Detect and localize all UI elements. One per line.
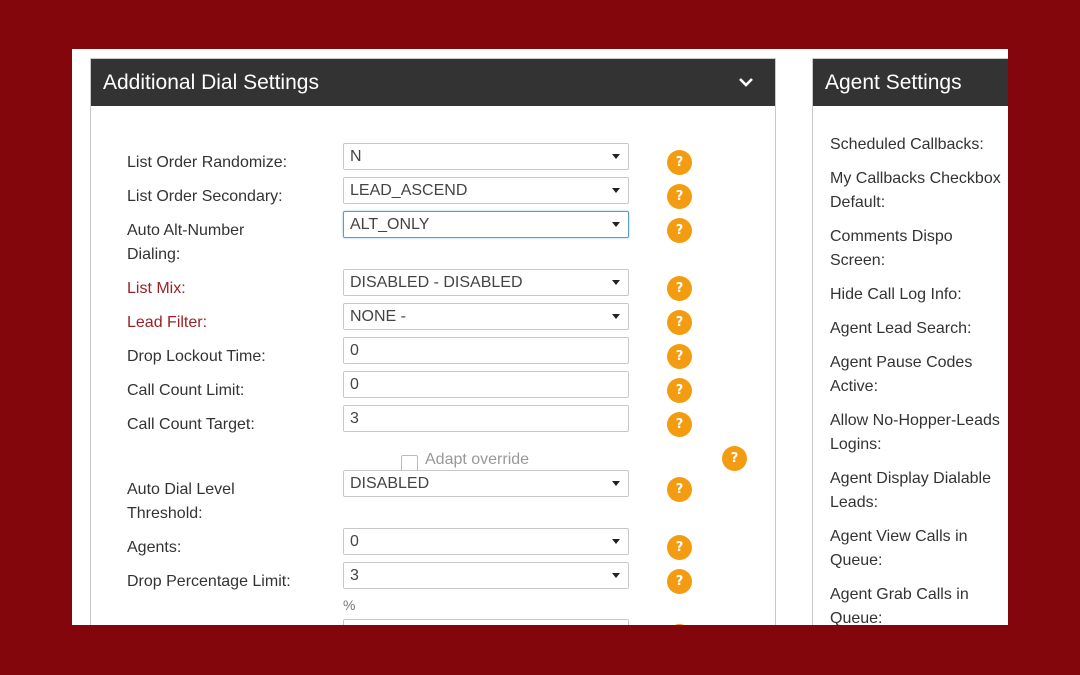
next-field-select[interactable] [343, 619, 629, 625]
panel-header[interactable]: Agent Settings [813, 59, 1008, 106]
label-line: Agent Display Dialable [830, 470, 991, 487]
list-order-randomize-select[interactable]: N [343, 143, 629, 170]
panel-title: Agent Settings [825, 71, 962, 94]
help-icon[interactable]: ? [667, 344, 692, 369]
selected-value: ALT_ONLY [350, 216, 430, 233]
label-line: Active: [830, 378, 879, 395]
caret-down-icon [612, 481, 620, 486]
page-frame: Additional Dial Settings List Order Rand… [72, 49, 1008, 625]
call-count-limit-label: Call Count Limit: [127, 382, 245, 399]
help-icon[interactable]: ? [722, 446, 747, 471]
agent-pause-codes-active-label: Agent Pause Codes Active: [830, 351, 1008, 399]
caret-down-icon [612, 539, 620, 544]
panel-header[interactable]: Additional Dial Settings [91, 59, 775, 106]
help-icon[interactable]: ? [667, 184, 692, 209]
label-line: Auto Alt-Number [127, 222, 245, 239]
label-line: Threshold: [127, 505, 203, 522]
selected-value: DISABLED [350, 475, 430, 492]
caret-down-icon [612, 222, 620, 227]
agent-settings-panel: Agent Settings Scheduled Callbacks: My C… [812, 58, 1008, 625]
label-line: Auto Dial Level [127, 481, 235, 498]
agent-display-dialable-leads-label: Agent Display Dialable Leads: [830, 467, 1008, 515]
my-callbacks-checkbox-default-label: My Callbacks Checkbox Default: [830, 167, 1008, 215]
call-count-target-input[interactable]: 3 [343, 405, 629, 432]
help-icon[interactable]: ? [667, 150, 692, 175]
additional-dial-settings-panel: Additional Dial Settings List Order Rand… [90, 58, 776, 625]
selected-value: N [350, 148, 362, 165]
hide-call-log-info-label: Hide Call Log Info: [830, 283, 1008, 307]
auto-alt-number-dialing-label: Auto Alt-Number Dialing: [127, 219, 327, 267]
call-count-target-label: Call Count Target: [127, 416, 255, 433]
list-order-secondary-label: List Order Secondary: [127, 188, 283, 205]
selected-value: DISABLED - DISABLED [350, 274, 523, 291]
label-line: Hide Call Log Info: [830, 286, 962, 303]
agent-grab-calls-in-queue-label: Agent Grab Calls in Queue: [830, 583, 1008, 625]
label-line: Logins: [830, 436, 882, 453]
help-icon[interactable]: ? [667, 378, 692, 403]
label-line: Queue: [830, 552, 883, 569]
help-icon[interactable]: ? [667, 218, 692, 243]
label-line: Agent Lead Search: [830, 320, 972, 337]
list-order-randomize-label: List Order Randomize: [127, 154, 288, 171]
selected-value: NONE - [350, 308, 406, 325]
help-icon[interactable]: ? [667, 535, 692, 560]
caret-down-icon [612, 314, 620, 319]
lead-filter-link[interactable]: Lead Filter: [127, 311, 327, 335]
label-line: My Callbacks Checkbox [830, 170, 1001, 187]
chevron-down-icon[interactable] [739, 77, 753, 87]
call-count-limit-input[interactable]: 0 [343, 371, 629, 398]
help-icon[interactable] [667, 624, 692, 625]
label-line: Agent Pause Codes [830, 354, 973, 371]
list-mix-select[interactable]: DISABLED - DISABLED [343, 269, 629, 296]
drop-lockout-time-input[interactable]: 0 [343, 337, 629, 364]
agent-lead-search-label: Agent Lead Search: [830, 317, 1008, 341]
caret-down-icon [612, 280, 620, 285]
label-line: Queue: [830, 610, 883, 625]
help-icon[interactable]: ? [667, 310, 692, 335]
selected-value: 0 [350, 533, 359, 550]
drop-lockout-time-label: Drop Lockout Time: [127, 348, 266, 365]
label-line: Leads: [830, 494, 879, 511]
help-icon[interactable]: ? [667, 412, 692, 437]
auto-alt-number-dialing-select[interactable]: ALT_ONLY [343, 211, 629, 238]
selected-value: 3 [350, 567, 359, 584]
lead-filter-select[interactable]: NONE - [343, 303, 629, 330]
label-line: Default: [830, 194, 886, 211]
caret-down-icon [612, 154, 620, 159]
agents-select[interactable]: 0 [343, 528, 629, 555]
agents-label: Agents: [127, 539, 182, 556]
panel-title: Additional Dial Settings [103, 71, 319, 94]
list-mix-link[interactable]: List Mix: [127, 277, 327, 301]
label-line: Screen: [830, 252, 886, 269]
percent-unit: % [343, 597, 356, 613]
drop-percentage-limit-label: Drop Percentage Limit: [127, 573, 291, 590]
caret-down-icon [612, 573, 620, 578]
comments-dispo-screen-label: Comments Dispo Screen: [830, 225, 1008, 273]
auto-dial-level-threshold-label: Auto Dial Level Threshold: [127, 478, 327, 526]
help-icon[interactable]: ? [667, 276, 692, 301]
drop-percentage-limit-select[interactable]: 3 [343, 562, 629, 589]
label-line: Scheduled Callbacks: [830, 136, 984, 153]
label-line: Dialing: [127, 246, 181, 263]
label-line: Comments Dispo [830, 228, 953, 245]
allow-no-hopper-leads-logins-label: Allow No-Hopper-Leads Logins: [830, 409, 1008, 457]
help-icon[interactable]: ? [667, 477, 692, 502]
list-order-secondary-select[interactable]: LEAD_ASCEND [343, 177, 629, 204]
label-line: Agent View Calls in [830, 528, 968, 545]
caret-down-icon [612, 188, 620, 193]
adapt-override-label: Adapt override [425, 451, 530, 468]
agent-view-calls-in-queue-label: Agent View Calls in Queue: [830, 525, 1008, 573]
label-line: Agent Grab Calls in [830, 586, 969, 603]
auto-dial-level-threshold-select[interactable]: DISABLED [343, 470, 629, 497]
scheduled-callbacks-label: Scheduled Callbacks: [830, 133, 1008, 157]
label-line: Allow No-Hopper-Leads [830, 412, 1000, 429]
selected-value: LEAD_ASCEND [350, 182, 468, 199]
help-icon[interactable]: ? [667, 569, 692, 594]
